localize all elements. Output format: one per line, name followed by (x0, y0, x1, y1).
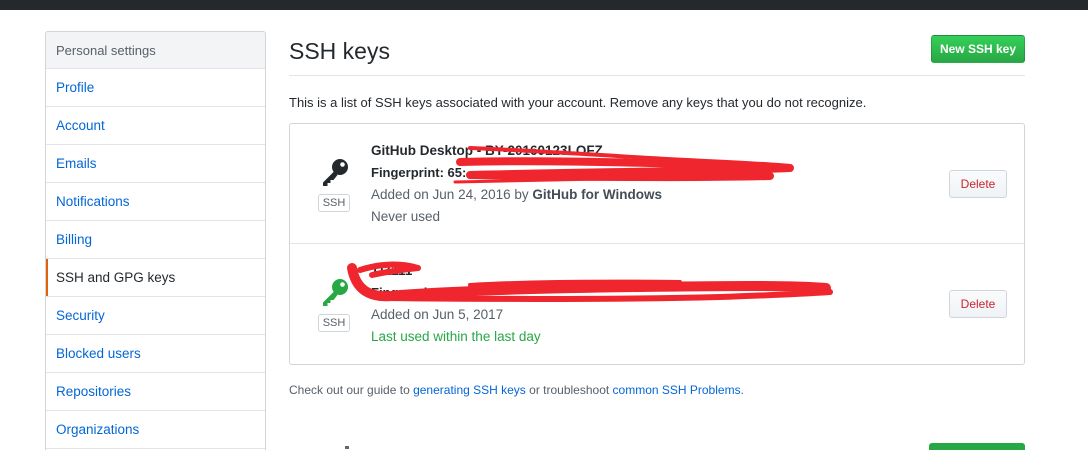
key-added-text: Added on Jun 24, 2016 by (371, 187, 533, 202)
ssh-key-row: SSH GitHub Desktop - BY-20160123LOFZ Fin… (290, 124, 1024, 244)
ssh-badge: SSH (318, 314, 350, 332)
sidebar-item-blocked-users[interactable]: Blocked users (46, 335, 265, 373)
page-title: SSH keys (289, 38, 390, 64)
delete-key-button[interactable]: Delete (949, 170, 1007, 198)
help-prefix: Check out our guide to (289, 383, 414, 397)
sidebar-item-repositories[interactable]: Repositories (46, 373, 265, 411)
top-header-bar (0, 0, 1088, 10)
new-ssh-key-button[interactable]: New SSH key (931, 35, 1025, 63)
key-icon (318, 154, 354, 190)
key-title: GitHub Desktop - BY-20160123LOFZ (371, 143, 603, 158)
key-added-by: GitHub for Windows (532, 187, 662, 202)
key-added-date: Added on Jun 5, 2017 (371, 307, 504, 322)
sidebar-heading: Personal settings (46, 32, 265, 69)
key-icon (318, 274, 354, 310)
help-text: Check out our guide to generating SSH ke… (289, 383, 744, 397)
next-section-title (345, 446, 349, 449)
key-fingerprint: Fingerprint: 65: (371, 165, 467, 180)
ssh-badge: SSH (318, 194, 350, 212)
key-last-used: Never used (371, 209, 441, 224)
help-suffix: . (740, 383, 744, 397)
title-divider (289, 75, 1025, 76)
intro-text: This is a list of SSH keys associated wi… (289, 95, 867, 110)
sidebar-item-security[interactable]: Security (46, 297, 265, 335)
help-middle: or troubleshoot (525, 383, 613, 397)
sidebar-item-profile[interactable]: Profile (46, 69, 265, 107)
generating-ssh-keys-link[interactable]: generating SSH keys (413, 383, 526, 397)
ssh-key-list: SSH GitHub Desktop - BY-20160123LOFZ Fin… (289, 123, 1025, 365)
key-fingerprint: Fingerprint: 5f: (371, 285, 464, 300)
sidebar-item-notifications[interactable]: Notifications (46, 183, 265, 221)
sidebar-item-emails[interactable]: Emails (46, 145, 265, 183)
common-ssh-problems-link[interactable]: common SSH Problems (613, 383, 741, 397)
sidebar-item-billing[interactable]: Billing (46, 221, 265, 259)
settings-sidebar: Personal settings Profile Account Emails… (45, 31, 266, 450)
sidebar-item-account[interactable]: Account (46, 107, 265, 145)
key-last-used: Last used within the last day (371, 329, 541, 344)
key-title: 111111 (371, 263, 413, 278)
ssh-key-row: SSH 111111 Fingerprint: 5f: Added on Jun… (290, 244, 1024, 364)
key-added-date: Added on Jun 24, 2016 by GitHub for Wind… (371, 187, 662, 202)
sidebar-item-organizations[interactable]: Organizations (46, 411, 265, 449)
new-gpg-key-button[interactable] (929, 443, 1025, 450)
delete-key-button[interactable]: Delete (949, 290, 1007, 318)
sidebar-item-ssh-gpg-keys[interactable]: SSH and GPG keys (46, 259, 265, 297)
